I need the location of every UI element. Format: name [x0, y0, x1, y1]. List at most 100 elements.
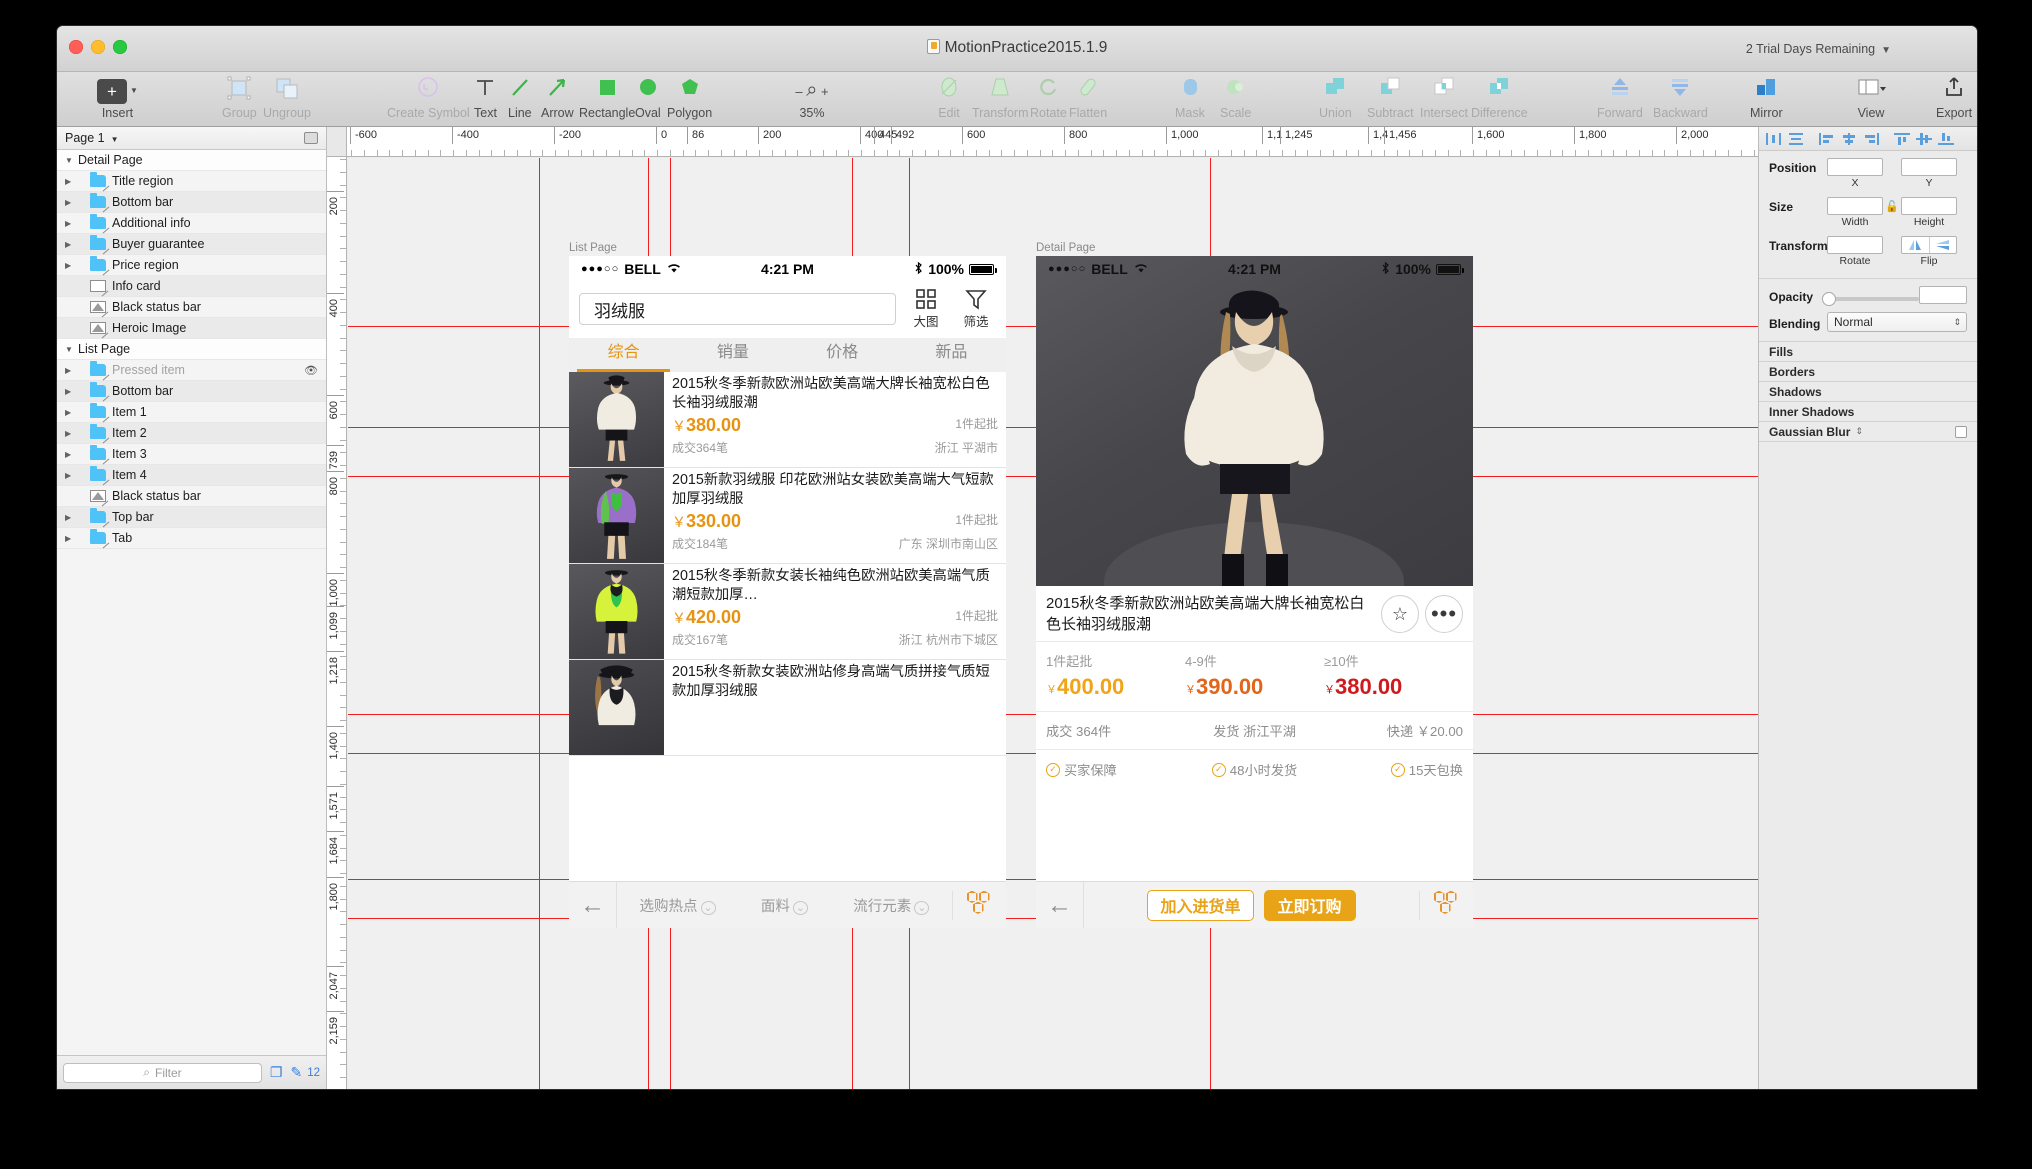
layer-filter-input[interactable]: ⌕ Filter [63, 1062, 262, 1083]
layer-row[interactable]: Info card [57, 276, 326, 297]
search-input[interactable]: 羽绒服 [579, 293, 896, 325]
flip-vertical-icon[interactable] [1930, 237, 1957, 253]
grid-view-button[interactable]: 大图 [906, 288, 946, 330]
product-list-item[interactable]: 2015新款羽绒服 印花欧洲站女装欧美高端大气短款加厚羽绒服 ￥330.00 1件起… [569, 468, 1006, 564]
layer-row[interactable]: ▶ Title region [57, 171, 326, 192]
flip-horizontal-icon[interactable] [1902, 237, 1930, 253]
style-sections[interactable]: Fills Borders Shadows Inner Shadows [1759, 342, 1977, 422]
flip-controls[interactable] [1901, 236, 1957, 254]
zoom-control[interactable]: – ⌕ + 35% [780, 75, 844, 120]
arrow-tool[interactable]: Arrow [541, 75, 574, 120]
tab-item[interactable]: 价格 [788, 338, 897, 372]
align-top-icon[interactable] [1892, 130, 1912, 148]
chevron-down-icon[interactable]: ▼ [111, 135, 119, 144]
disclosure-triangle-icon[interactable]: ▶ [65, 240, 78, 249]
layer-row[interactable]: ▶ Pressed item 👁 [57, 360, 326, 381]
back-arrow-icon[interactable]: ← [569, 881, 617, 928]
tab-active[interactable]: 综合 [569, 338, 678, 372]
vertical-ruler[interactable]: 200 400 600 739 800 1,000 1,099 1,218 1,400 1,571… [327, 157, 347, 1089]
position-x-input[interactable] [1827, 158, 1883, 176]
align-right-icon[interactable] [1861, 130, 1881, 148]
tab-item[interactable]: 销量 [678, 338, 787, 372]
edit-tool[interactable]: Edit [937, 75, 961, 120]
product-list-item[interactable]: 2015秋冬季新款欧洲站欧美高端大牌长袖宽松白色长袖羽绒服潮 ￥380.00 1件起… [569, 372, 1006, 468]
guide-vertical[interactable] [539, 158, 540, 1089]
section-borders[interactable]: Borders [1759, 362, 1977, 382]
quick-filter-item[interactable]: 选购热点 ⌄ [640, 895, 716, 916]
section-inner-shadows[interactable]: Inner Shadows [1759, 402, 1977, 422]
disclosure-triangle-icon[interactable]: ▶ [65, 429, 78, 438]
product-thumbnail[interactable] [569, 468, 664, 563]
layer-row[interactable]: ▶ Buyer guarantee [57, 234, 326, 255]
layer-group-detail-page[interactable]: ▼ Detail Page [57, 150, 326, 171]
hero-image[interactable]: ●●●○○ BELL 4:21 PM 100% [1036, 256, 1473, 586]
view-tool[interactable]: View [1855, 75, 1887, 120]
zoom-out-icon[interactable]: – [795, 84, 802, 99]
layer-list[interactable]: ▼ Detail Page ▶ Title region ▶ Bottom bar ▶ Add… [57, 150, 326, 549]
rotate-tool[interactable]: Rotate [1030, 75, 1067, 120]
product-list[interactable]: 2015秋冬季新款欧洲站欧美高端大牌长袖宽松白色长袖羽绒服潮 ￥380.00 1件起… [569, 372, 1006, 756]
layer-row[interactable]: ▶ Item 4 [57, 465, 326, 486]
intersect-tool[interactable]: Intersect [1420, 75, 1468, 120]
artboard-label-detail[interactable]: Detail Page [1036, 242, 1095, 254]
quick-filter-item[interactable]: 面料 ⌄ [761, 895, 809, 916]
scale-tool[interactable]: Scale [1220, 75, 1251, 120]
ruler-corner[interactable] [327, 127, 347, 157]
stepper-icon[interactable]: ⇕ [1855, 426, 1863, 437]
opacity-slider[interactable] [1822, 291, 1920, 306]
layer-row[interactable]: ▶ Bottom bar [57, 381, 326, 402]
distribute-vertical-icon[interactable] [1786, 130, 1806, 148]
layer-group-list-page[interactable]: ▼ List Page [57, 339, 326, 360]
align-bottom-icon[interactable] [1936, 130, 1956, 148]
disclosure-triangle-icon[interactable]: ▼ [65, 156, 78, 165]
quick-filter-item[interactable]: 流行元素 ⌄ [853, 895, 930, 916]
layer-row[interactable]: ▶ Price region [57, 255, 326, 276]
align-left-icon[interactable] [1817, 130, 1837, 148]
disclosure-triangle-icon[interactable]: ▶ [65, 387, 78, 396]
layer-row[interactable]: Black status bar [57, 486, 326, 507]
chevron-down-icon[interactable]: ▼ [1881, 45, 1891, 56]
stepper-icon[interactable]: ⇕ [1953, 317, 1961, 328]
zoom-icons[interactable]: – ⌕ + [780, 75, 844, 105]
distribute-horizontal-icon[interactable] [1764, 130, 1784, 148]
disclosure-triangle-icon[interactable]: ▶ [65, 408, 78, 417]
width-input[interactable] [1827, 197, 1883, 215]
design-canvas[interactable]: List Page Detail Page ●●●○○ BELL 4:21 PM… [348, 158, 1758, 1089]
text-tool[interactable]: Text [474, 75, 497, 120]
flatten-tool[interactable]: Flatten [1069, 75, 1107, 120]
rotate-input[interactable] [1827, 236, 1883, 254]
layer-row[interactable]: ▶ Tab [57, 528, 326, 549]
align-middle-icon[interactable] [1914, 130, 1934, 148]
insert-tool[interactable]: + ▼ Insert [97, 75, 138, 120]
star-icon[interactable]: ☆ [1381, 595, 1419, 633]
forward-tool[interactable]: Forward [1597, 75, 1643, 120]
page-list-toggle[interactable] [304, 132, 318, 144]
transform-tool[interactable]: Transform [972, 75, 1029, 120]
export-tool[interactable]: Export [1936, 75, 1972, 120]
layer-row[interactable]: Black status bar [57, 297, 326, 318]
add-to-cart-button[interactable]: 加入进货单 [1147, 889, 1254, 921]
union-tool[interactable]: Union [1319, 75, 1352, 120]
difference-tool[interactable]: Difference [1471, 75, 1528, 120]
layer-row[interactable]: ▶ Top bar [57, 507, 326, 528]
product-list-item[interactable]: 2015秋冬季新款女装长袖纯色欧洲站欧美高端气质潮短款加厚… ￥420.00 1件起… [569, 564, 1006, 660]
lock-aspect-icon[interactable]: 🔓 [1883, 197, 1901, 213]
quick-filters[interactable]: 选购热点 ⌄ 面料 ⌄ 流行元素 ⌄ [617, 895, 952, 916]
line-tool[interactable]: Line [508, 75, 532, 120]
polygon-tool[interactable]: Polygon [667, 75, 712, 120]
align-toolbar[interactable] [1759, 127, 1977, 151]
zoom-in-icon[interactable]: + [821, 84, 829, 99]
layer-row[interactable]: ▶ Item 3 [57, 444, 326, 465]
disclosure-triangle-icon[interactable]: ▶ [65, 198, 78, 207]
list-bottom-bar[interactable]: ← 选购热点 ⌄ 面料 ⌄ 流行元素 ⌄ [569, 881, 1006, 928]
disclosure-triangle-icon[interactable]: ▶ [65, 177, 78, 186]
mirror-tool[interactable]: Mirror [1750, 75, 1783, 120]
product-list-item[interactable]: 2015秋冬新款女装欧洲站修身高端气质拼接气质短款加厚羽绒服 [569, 660, 1006, 756]
magnifier-icon[interactable]: ⌕ [806, 79, 817, 101]
subtract-tool[interactable]: Subtract [1367, 75, 1414, 120]
blending-select[interactable]: Normal ⇕ [1827, 312, 1967, 332]
gaussian-blur-checkbox[interactable] [1955, 425, 1967, 438]
backward-tool[interactable]: Backward [1653, 75, 1708, 120]
duplicate-icon[interactable]: ❐ [270, 1064, 283, 1081]
height-input[interactable] [1901, 197, 1957, 215]
